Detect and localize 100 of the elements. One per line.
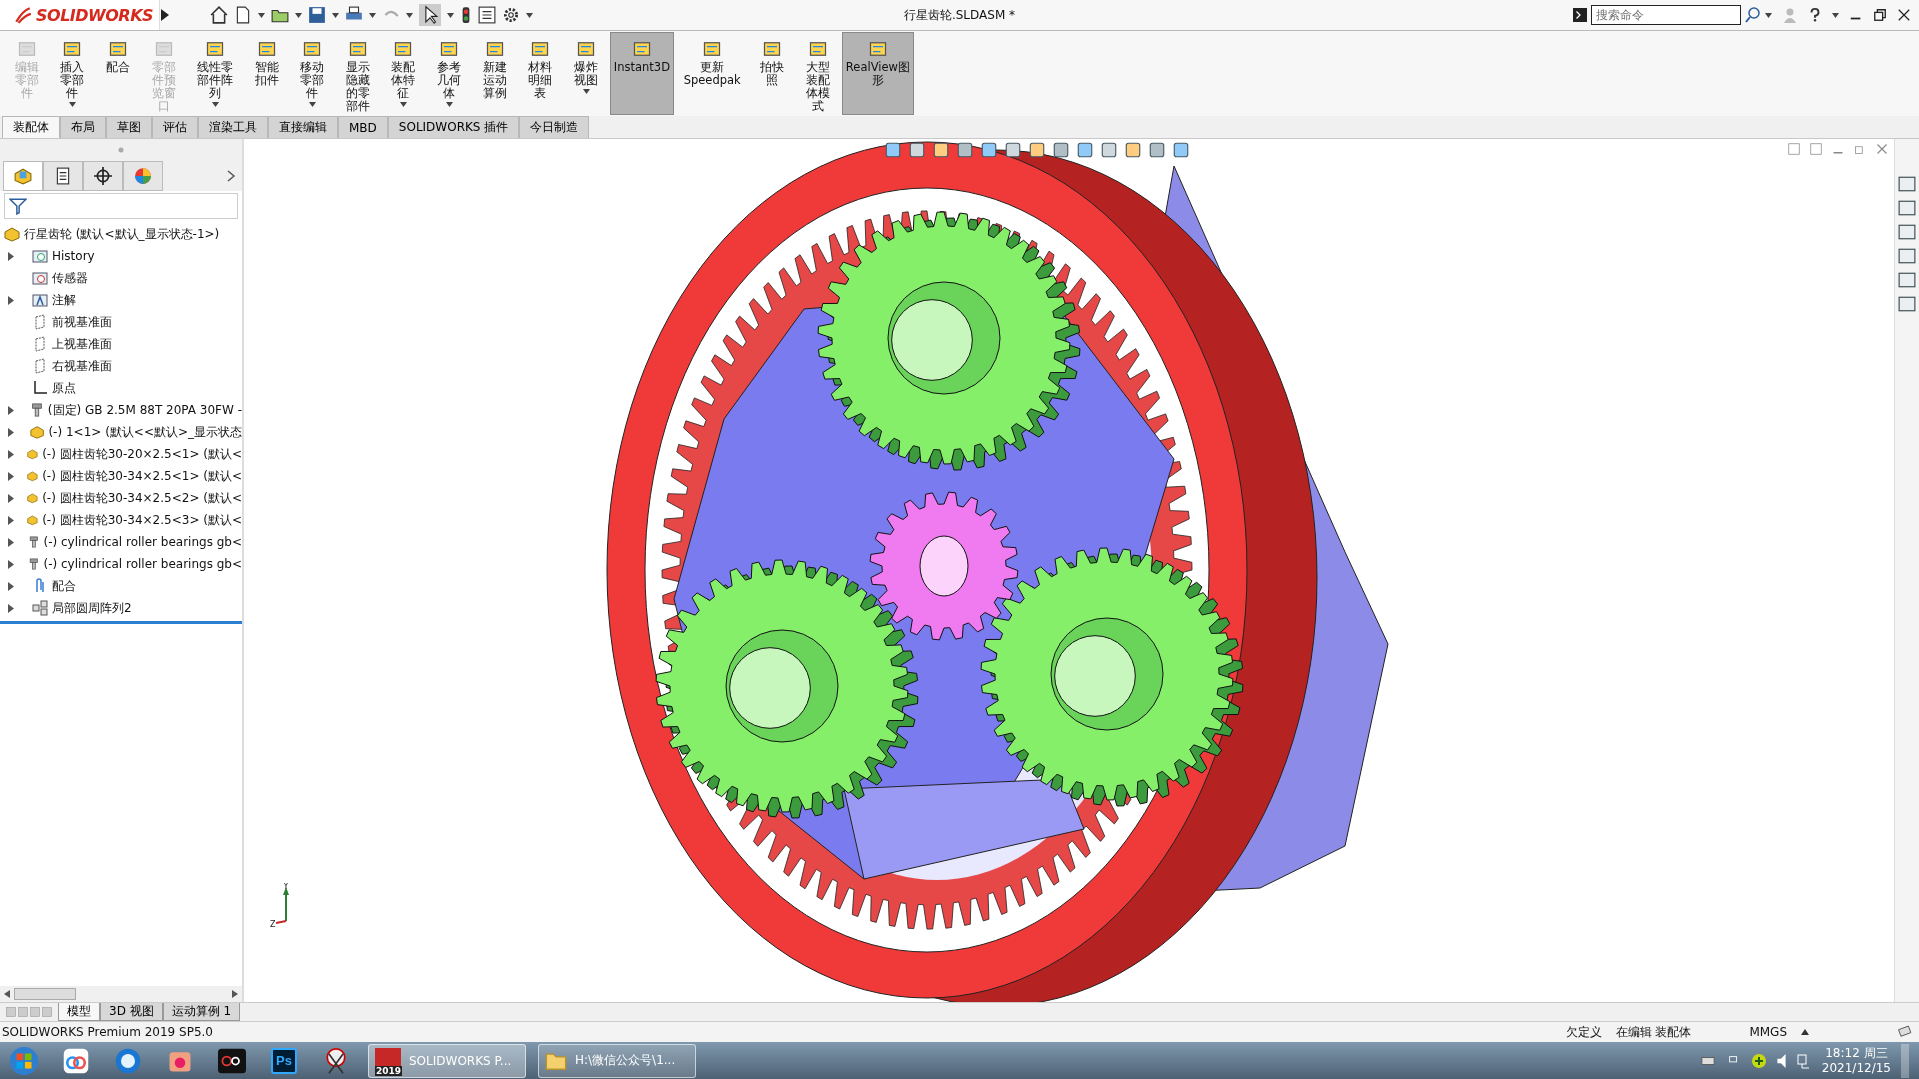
tree-item[interactable]: (-) 圆柱齿轮30-34×2.5<2> (默认< bbox=[42, 489, 242, 507]
appearance-icon[interactable] bbox=[1148, 141, 1166, 159]
expand-arrow-icon[interactable] bbox=[8, 405, 14, 415]
display-style-icon[interactable] bbox=[1076, 141, 1094, 159]
zoom-fit-icon[interactable] bbox=[884, 141, 902, 159]
command-tab[interactable]: 评估 bbox=[152, 116, 198, 138]
close-icon[interactable] bbox=[1897, 8, 1911, 22]
caret-icon[interactable] bbox=[1765, 12, 1772, 18]
tree-item[interactable]: (-) 圆柱齿轮30-20×2.5<1> (默认< bbox=[42, 445, 242, 463]
save-icon[interactable] bbox=[308, 6, 326, 24]
tools-icon[interactable] bbox=[1004, 141, 1022, 159]
tree-item[interactable]: 注解 bbox=[52, 291, 76, 309]
taskbar-window-button[interactable]: 2019 SOLIDWORKS P... bbox=[368, 1043, 526, 1078]
command-button[interactable]: 更新Speedpak bbox=[676, 32, 749, 115]
caret-icon[interactable] bbox=[447, 12, 454, 18]
command-tab[interactable]: 装配体 bbox=[2, 116, 60, 138]
play-arrow-icon[interactable] bbox=[160, 8, 170, 22]
section-view-icon[interactable] bbox=[956, 141, 974, 159]
app-logo[interactable]: SOLIDWORKS bbox=[0, 0, 160, 30]
caret-up-icon[interactable] bbox=[1801, 1029, 1809, 1035]
command-button[interactable]: 材料明细表 bbox=[518, 32, 563, 115]
tile-right-icon[interactable] bbox=[1810, 143, 1822, 155]
view-palette-icon[interactable] bbox=[1898, 247, 1916, 265]
monitor-icon[interactable] bbox=[1172, 141, 1190, 159]
expand-arrow-icon[interactable] bbox=[8, 515, 14, 525]
caret-icon[interactable] bbox=[258, 12, 265, 18]
model-tab[interactable]: 模型 bbox=[58, 1003, 100, 1021]
taskbar-app[interactable]: Ps bbox=[264, 1043, 304, 1078]
caret-icon[interactable] bbox=[369, 12, 376, 18]
caret-icon[interactable] bbox=[295, 12, 302, 18]
command-button[interactable]: 线性零部件阵列 bbox=[187, 32, 243, 115]
cursor-icon[interactable] bbox=[419, 4, 441, 26]
cube-icon[interactable] bbox=[980, 141, 998, 159]
caret-icon[interactable] bbox=[332, 12, 339, 18]
tree-item[interactable]: 局部圆周阵列2 bbox=[52, 599, 132, 617]
command-button[interactable]: 爆炸视图 bbox=[564, 32, 608, 115]
home-icon[interactable] bbox=[1898, 175, 1916, 193]
expand-arrow-icon[interactable] bbox=[8, 295, 14, 305]
command-button[interactable]: 配合 bbox=[96, 32, 140, 115]
filter-field[interactable] bbox=[4, 193, 238, 219]
previous-view-icon[interactable] bbox=[932, 141, 950, 159]
new-document-icon[interactable] bbox=[234, 6, 252, 24]
tree-item[interactable]: (-) 1<1> (默认<<默认>_显示状态 bbox=[48, 423, 242, 441]
command-tab[interactable]: 直接编辑 bbox=[268, 116, 338, 138]
command-button[interactable]: 智能扣件 bbox=[244, 32, 289, 115]
expand-arrow-icon[interactable] bbox=[8, 251, 14, 261]
command-button[interactable]: 新建运动算例 bbox=[472, 32, 517, 115]
part-icon[interactable] bbox=[1898, 199, 1916, 217]
command-button[interactable]: 拍快照 bbox=[750, 32, 795, 115]
tree-item[interactable]: (-) 圆柱齿轮30-34×2.5<1> (默认< bbox=[42, 467, 242, 485]
expand-arrow-icon[interactable] bbox=[8, 603, 14, 613]
command-button[interactable]: 大型装配体模式 bbox=[796, 32, 840, 115]
command-button[interactable]: 移动零部件 bbox=[290, 32, 334, 115]
command-tab[interactable]: 草图 bbox=[106, 116, 152, 138]
caret-icon[interactable] bbox=[1832, 12, 1839, 18]
caret-icon[interactable] bbox=[526, 12, 533, 18]
command-button[interactable]: Instant3D bbox=[609, 32, 675, 115]
help-icon[interactable] bbox=[1808, 6, 1822, 24]
tree-item[interactable]: 右视基准面 bbox=[52, 357, 112, 375]
command-tab[interactable]: SOLIDWORKS 插件 bbox=[387, 116, 520, 138]
expand-arrow-icon[interactable] bbox=[8, 559, 14, 569]
model-tab[interactable]: 运动算例 1 bbox=[162, 1003, 241, 1021]
tree-item[interactable]: 行星齿轮 (默认<默认_显示状态-1>) bbox=[24, 225, 220, 243]
tree-item[interactable]: (-) cylindrical roller bearings gb< bbox=[43, 535, 242, 549]
tree-item[interactable]: 上视基准面 bbox=[52, 335, 112, 353]
tree-item[interactable]: 传感器 bbox=[52, 269, 88, 287]
panel-tab[interactable] bbox=[83, 161, 123, 191]
caret-icon[interactable] bbox=[406, 12, 413, 18]
command-tab[interactable]: MBD bbox=[338, 116, 388, 138]
appearance-icon[interactable] bbox=[1898, 271, 1916, 289]
expand-arrow-icon[interactable] bbox=[8, 449, 14, 459]
panel-tab[interactable] bbox=[43, 161, 83, 191]
tree-item[interactable]: 原点 bbox=[52, 379, 76, 397]
settings-icon[interactable] bbox=[502, 6, 520, 24]
restore-icon[interactable] bbox=[1873, 8, 1887, 22]
command-button[interactable]: 显示隐藏的零部件 bbox=[336, 32, 380, 115]
eye-icon[interactable] bbox=[1100, 141, 1118, 159]
tree-item[interactable]: 前视基准面 bbox=[52, 313, 112, 331]
chevron-right-icon[interactable] bbox=[226, 169, 236, 183]
model-tab[interactable]: 3D 视图 bbox=[100, 1003, 163, 1021]
search-icon[interactable] bbox=[1745, 7, 1761, 23]
scene-icon[interactable] bbox=[1124, 141, 1142, 159]
home-icon[interactable] bbox=[210, 6, 228, 24]
expand-arrow-icon[interactable] bbox=[8, 537, 14, 547]
command-button[interactable]: 装配体特征 bbox=[381, 32, 426, 115]
expand-arrow-icon[interactable] bbox=[8, 581, 14, 591]
properties-icon[interactable] bbox=[1898, 295, 1916, 313]
tree-item[interactable]: (固定) GB 2.5M 88T 20PA 30FW - bbox=[47, 401, 242, 419]
horizontal-scrollbar[interactable] bbox=[0, 986, 242, 1002]
unit-system[interactable]: MMGS bbox=[1749, 1025, 1787, 1039]
expand-arrow-icon[interactable] bbox=[8, 471, 14, 481]
tree-item[interactable]: 配合 bbox=[52, 577, 76, 595]
command-button[interactable]: RealView图形 bbox=[841, 32, 915, 115]
traffic-light-icon[interactable] bbox=[460, 6, 472, 24]
expand-arrow-icon[interactable] bbox=[8, 493, 14, 503]
command-button[interactable]: 插入零部件 bbox=[50, 32, 95, 115]
options-list-icon[interactable] bbox=[478, 6, 496, 24]
tile-left-icon[interactable] bbox=[1788, 143, 1800, 155]
command-tab[interactable]: 渲染工具 bbox=[198, 116, 268, 138]
command-tab[interactable]: 今日制造 bbox=[519, 116, 590, 138]
